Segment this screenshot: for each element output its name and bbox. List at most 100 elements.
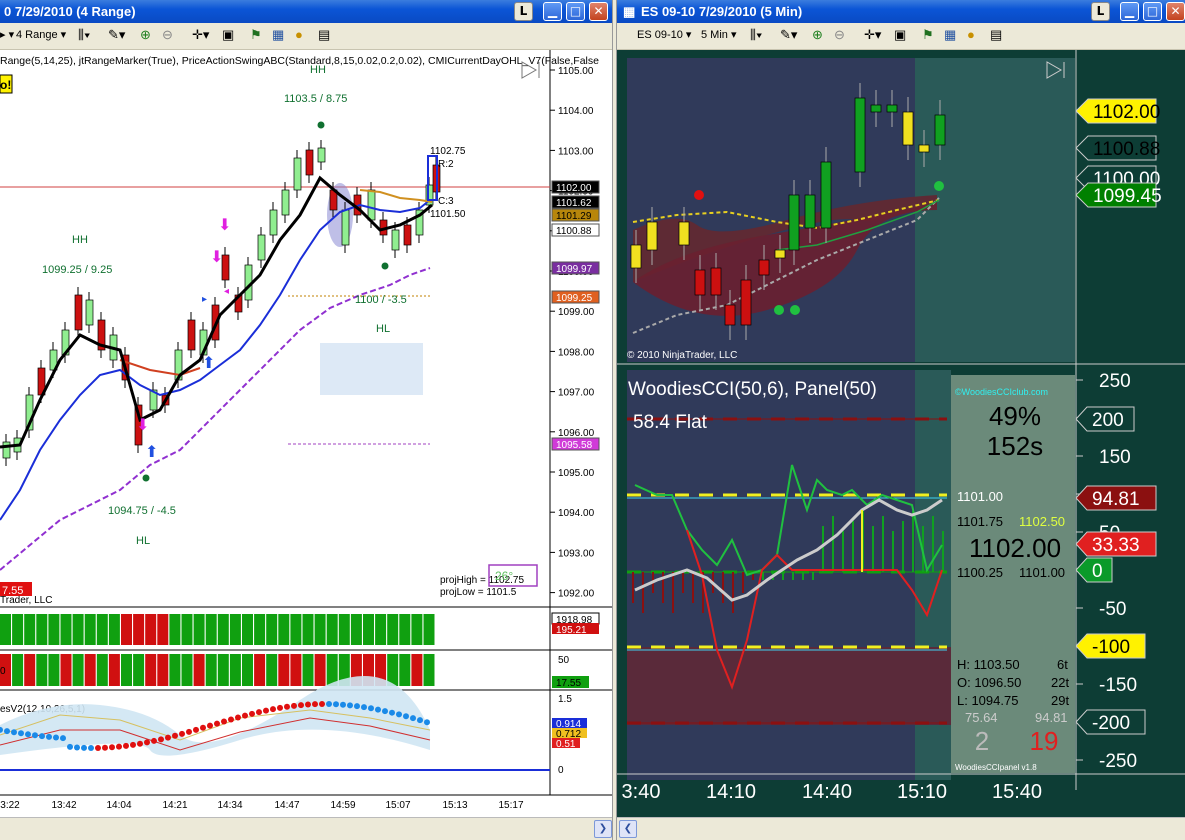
- interval-dropdown-right[interactable]: 5 Min ▾: [701, 28, 736, 41]
- draw-pen-icon[interactable]: ✎▾: [108, 28, 125, 42]
- right-title-bar[interactable]: ▦ ES 09-10 7/29/2010 (5 Min) L ▁ □ ✕: [617, 0, 1185, 23]
- scroll-right-icon[interactable]: ❯: [594, 820, 612, 838]
- color-bar: [423, 614, 435, 645]
- bars-icon[interactable]: ⫼▾: [78, 28, 90, 42]
- price-axis-label: 1098.00: [558, 347, 595, 358]
- dot: [18, 730, 24, 737]
- left-scrollbar[interactable]: ❯: [0, 817, 612, 840]
- woodies-low: L: 1094.75: [957, 693, 1018, 708]
- dot: [396, 711, 402, 718]
- price-marker-label: 1102.00: [556, 183, 592, 194]
- swing-low-label: 1094.75 / -4.5: [108, 505, 176, 517]
- price-marker: 1101.29: [551, 208, 600, 222]
- maximize-icon[interactable]: □: [566, 2, 585, 21]
- zoom-out-icon-right[interactable]: ⊖: [834, 28, 845, 42]
- right-chart-window: ▦ ES 09-10 7/29/2010 (5 Min) L ▁ □ ✕ ES …: [617, 0, 1185, 840]
- svg-text:⬆: ⬆: [202, 355, 215, 372]
- instrument-dropdown-right[interactable]: ES 09-10 ▾: [637, 28, 691, 41]
- color-bar: [217, 614, 229, 645]
- cci-axis-label: -250: [1099, 751, 1137, 772]
- dot: [179, 730, 185, 737]
- minimize-icon[interactable]: ▁: [543, 2, 562, 21]
- red-level-label: 7.55: [2, 585, 23, 597]
- price-marker-label: 1100.88: [556, 226, 592, 237]
- draw-pen-icon-right[interactable]: ✎▾: [780, 28, 797, 42]
- zoom-out-icon[interactable]: ⊖: [162, 28, 173, 42]
- price-axis-label: 1097.00: [558, 388, 595, 399]
- time-label: 14:21: [162, 800, 187, 811]
- price-marker: 1102.00: [551, 180, 600, 194]
- instrument-dropdown[interactable]: ▸ ▾: [0, 28, 14, 41]
- dot: [326, 701, 332, 708]
- properties-icon-right[interactable]: ▣: [894, 28, 906, 42]
- maximize-icon-right[interactable]: □: [1143, 2, 1162, 21]
- color-bar: [399, 614, 411, 645]
- time-label: 13:42: [51, 800, 76, 811]
- svg-text:⬇: ⬇: [210, 249, 223, 266]
- dot: [144, 739, 150, 746]
- data-box-icon-right[interactable]: ▤: [990, 28, 1002, 42]
- woodies-val-right: 94.81: [1035, 710, 1068, 725]
- color-bar: [193, 654, 205, 686]
- color-bar: [387, 614, 399, 645]
- color-bar: [84, 654, 96, 686]
- dot: [165, 734, 171, 741]
- cci-marker-label: -100: [1092, 637, 1130, 658]
- dot: [354, 703, 360, 710]
- color-bar: [36, 654, 48, 686]
- crosshair-icon-right[interactable]: ✛▾: [864, 28, 881, 42]
- minimize-icon-right[interactable]: ▁: [1120, 2, 1139, 21]
- dot: [291, 702, 297, 709]
- link-button-right[interactable]: L: [1091, 2, 1110, 21]
- close-icon-right[interactable]: ✕: [1166, 2, 1185, 21]
- crosshair-icon[interactable]: ✛▾: [192, 28, 209, 42]
- woodies-link[interactable]: ©WoodiesCCIclub.com: [955, 387, 1048, 397]
- interval-dropdown[interactable]: 4 Range ▾: [16, 28, 66, 41]
- left-title-bar[interactable]: 0 7/29/2010 (4 Range) L ▁ □ ✕: [0, 0, 612, 23]
- time-label: 14:04: [106, 800, 131, 811]
- bars-icon-right[interactable]: ⫼▾: [750, 28, 762, 42]
- dot: [389, 709, 395, 716]
- color-bar: [266, 654, 278, 686]
- color-bar: [121, 614, 132, 645]
- right-scrollbar[interactable]: ❮: [617, 817, 1185, 840]
- dot: [116, 743, 122, 750]
- zoom-in-icon-right[interactable]: ⊕: [812, 28, 823, 42]
- cci-title: WoodiesCCI(50,6), Panel(50): [628, 379, 877, 400]
- money-icon-right[interactable]: ●: [967, 28, 975, 42]
- properties-icon[interactable]: ▣: [222, 28, 234, 42]
- time-label-right: 14:10: [706, 781, 756, 803]
- strategy-icon-right[interactable]: ⚑: [922, 28, 934, 42]
- dot: [410, 715, 416, 722]
- dot: [319, 701, 325, 708]
- price-marker-right-label: 1099.45: [1093, 186, 1162, 207]
- color-bar: [145, 654, 157, 686]
- dot: [340, 701, 346, 708]
- dot: [46, 733, 52, 740]
- time-label: 3:22: [0, 800, 20, 811]
- money-icon[interactable]: ●: [295, 28, 303, 42]
- woodies-level3b: 1101.00: [1019, 565, 1065, 580]
- cci-axis-label: -150: [1099, 675, 1137, 696]
- dot: [403, 713, 409, 720]
- color-bar: [217, 654, 229, 686]
- woodies-seconds: 152s: [987, 431, 1043, 461]
- cci-marker-label: -200: [1092, 713, 1130, 734]
- indicators-icon-right[interactable]: ▦: [944, 28, 956, 42]
- scroll-left-icon[interactable]: ❮: [619, 820, 637, 838]
- link-button[interactable]: L: [514, 2, 533, 21]
- color-bar: [181, 614, 193, 645]
- indicators-icon[interactable]: ▦: [272, 28, 284, 42]
- close-icon[interactable]: ✕: [589, 2, 608, 21]
- svg-text:⬆: ⬆: [145, 444, 158, 461]
- data-box-icon[interactable]: ▤: [318, 28, 330, 42]
- time-label: 15:17: [498, 800, 523, 811]
- price-axis-label: 1093.00: [558, 548, 595, 559]
- strategy-icon[interactable]: ⚑: [250, 28, 262, 42]
- dot: [25, 731, 31, 738]
- panel1-marker-b: 195.21: [556, 625, 587, 636]
- dot: [67, 743, 73, 750]
- color-bar: [96, 614, 108, 645]
- color-bar: [205, 614, 217, 645]
- zoom-in-icon[interactable]: ⊕: [140, 28, 151, 42]
